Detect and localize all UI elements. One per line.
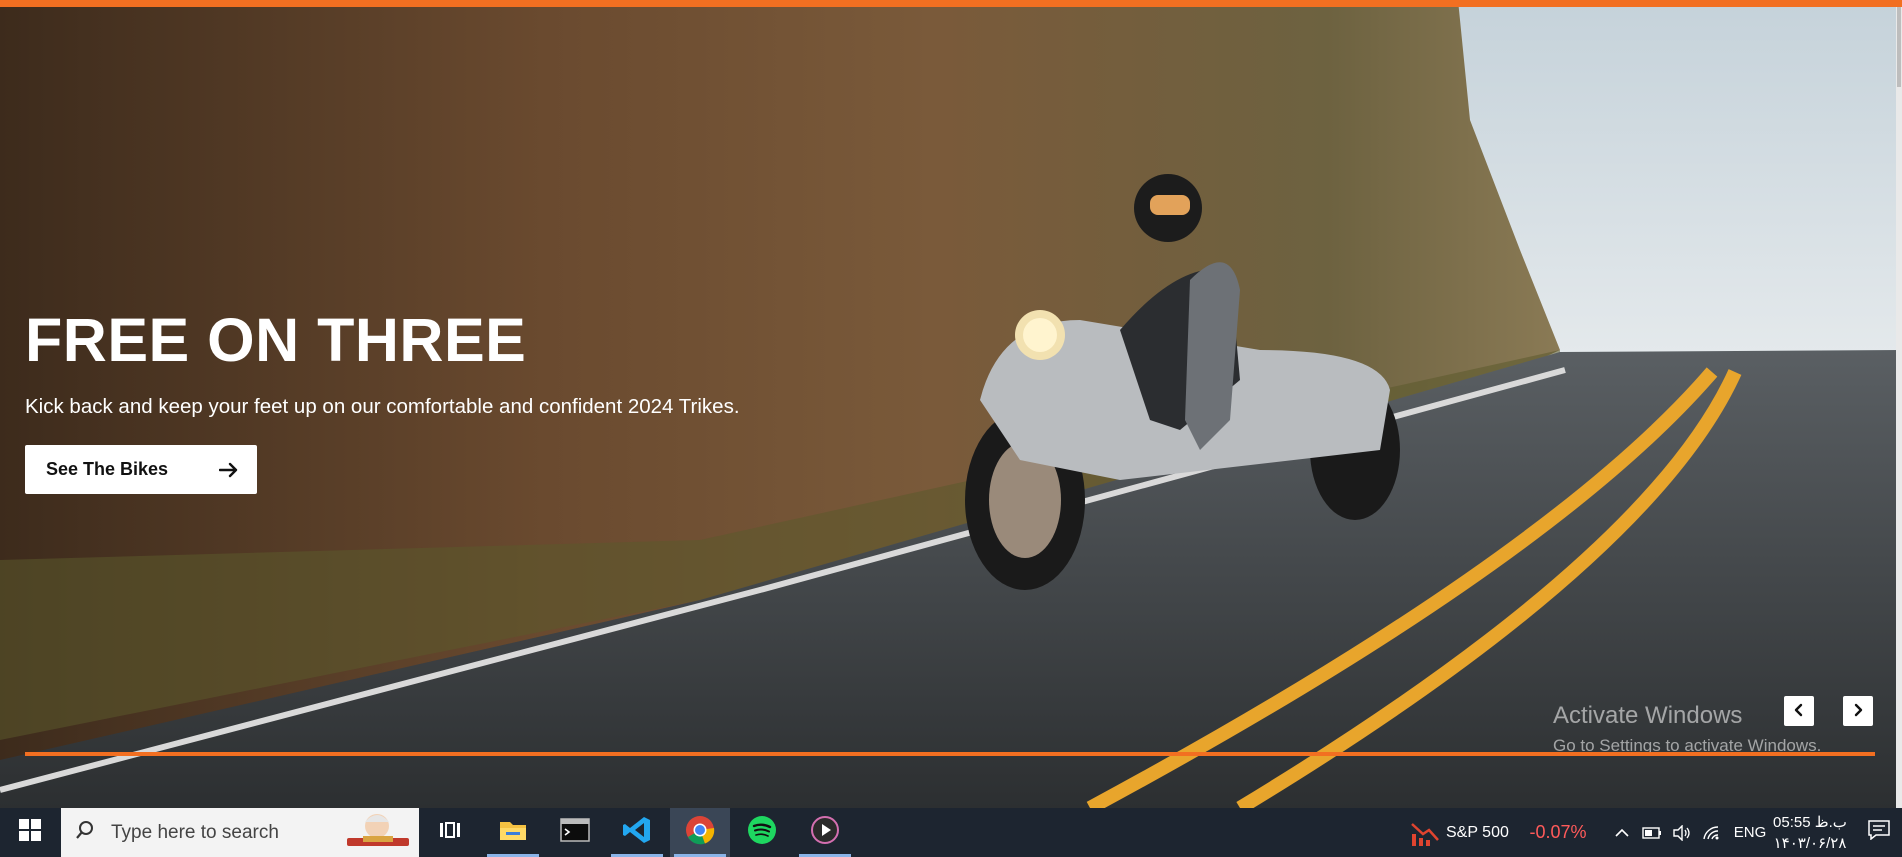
wifi-icon[interactable] [1698, 808, 1726, 857]
clock[interactable]: 05:55 ب.ظ ۱۴۰۳/۰۶/۲۸ [1770, 812, 1850, 854]
windows-logo-icon [19, 819, 41, 846]
windows-taskbar: S&P 500 -0.07% ENG 05:55 ب.ظ ۱۴۰۳/۰۶/۲۸ [0, 808, 1902, 857]
taskbar-app-terminal[interactable] [545, 808, 605, 857]
volume-icon[interactable] [1668, 808, 1696, 857]
hero-banner: FREE ON THREE Kick back and keep your fe… [0, 0, 1902, 808]
hero-subtitle: Kick back and keep your feet up on our c… [25, 395, 740, 418]
battery-icon[interactable] [1638, 808, 1666, 857]
taskbar-app-vs-code[interactable] [607, 808, 667, 857]
stock-label[interactable]: S&P 500 [1446, 808, 1520, 857]
notification-icon [1868, 820, 1890, 845]
taskbar-app-file-explorer[interactable] [483, 808, 543, 857]
activate-windows-watermark: Activate Windows Go to Settings to activ… [1553, 702, 1821, 756]
taskbar-app-media-player[interactable] [795, 808, 855, 857]
spotify-icon [747, 815, 777, 850]
stock-widget-icon[interactable] [1405, 808, 1445, 857]
scrollbar-thumb[interactable] [1897, 7, 1901, 87]
arrow-right-icon [201, 462, 257, 478]
clock-date: ۱۴۰۳/۰۶/۲۸ [1773, 835, 1847, 852]
carousel-next-button[interactable] [1843, 696, 1873, 726]
chevron-right-icon [1852, 703, 1864, 720]
watermark-line-1: Activate Windows [1553, 702, 1743, 729]
carousel-progress-bar [25, 752, 1875, 756]
search-icon [75, 820, 95, 845]
terminal-icon [560, 818, 590, 847]
taskbar-search[interactable] [61, 808, 419, 857]
vs-code-icon [622, 815, 652, 850]
task-view-icon [438, 819, 462, 846]
top-accent-bar [0, 0, 1902, 7]
stock-change[interactable]: -0.07% [1527, 808, 1589, 857]
language-indicator[interactable]: ENG [1730, 808, 1770, 857]
start-button[interactable] [0, 808, 60, 857]
chevron-left-icon [1793, 703, 1805, 720]
see-the-bikes-button[interactable]: See The Bikes [25, 445, 257, 494]
notification-center-button[interactable] [1856, 808, 1902, 857]
taskbar-app-spotify[interactable] [732, 808, 792, 857]
media-player-icon [810, 815, 840, 850]
search-highlight-icon [343, 810, 413, 855]
folder-icon [498, 817, 528, 848]
chevron-up-icon[interactable] [1608, 808, 1636, 857]
clock-time: 05:55 ب.ظ [1773, 814, 1847, 831]
hero-title: FREE ON THREE [25, 306, 527, 374]
task-view-button[interactable] [420, 808, 480, 857]
cta-label: See The Bikes [46, 459, 169, 479]
page-scrollbar[interactable] [1896, 7, 1902, 808]
chrome-icon [685, 815, 715, 850]
taskbar-app-chrome[interactable] [670, 808, 730, 857]
search-input[interactable] [109, 820, 343, 845]
carousel-prev-button[interactable] [1784, 696, 1814, 726]
